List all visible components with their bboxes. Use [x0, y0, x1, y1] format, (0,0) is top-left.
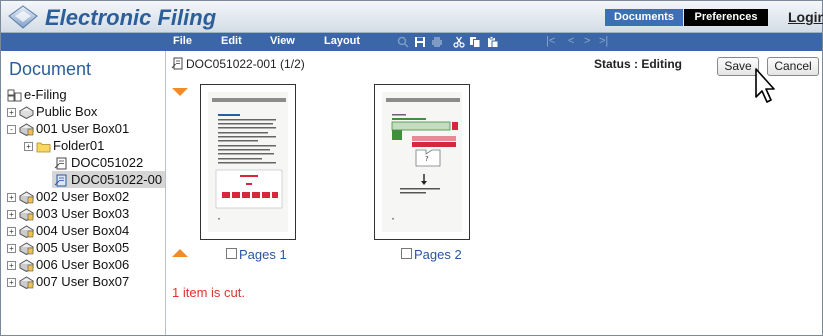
cut-icon[interactable] — [453, 36, 465, 48]
tree-item-label: DOC051022 — [71, 155, 144, 170]
sidebar: Document e-Filing + Public Box - 001 Use… — [1, 51, 166, 335]
tree-item-label: 001 User Box01 — [36, 121, 130, 136]
copy-icon[interactable] — [469, 36, 481, 48]
page-thumbnail-1[interactable] — [200, 84, 296, 240]
tree-item-user-box01[interactable]: - 001 User Box01 — [7, 120, 129, 137]
mouse-pointer-icon — [748, 67, 778, 107]
paste-icon[interactable] — [487, 36, 499, 48]
tree-item-label: Folder01 — [53, 138, 105, 153]
menu-edit[interactable]: Edit — [221, 35, 242, 47]
expand-toggle[interactable]: + — [7, 210, 16, 220]
app-title: Electronic Filing — [45, 5, 217, 30]
sidebar-title: Document — [9, 59, 92, 79]
tree-item-label: 003 User Box03 — [36, 206, 130, 221]
user-box-icon — [19, 259, 34, 273]
tree-item-label: 006 User Box06 — [36, 257, 130, 272]
tree-item-label: Public Box — [36, 104, 98, 119]
expand-toggle[interactable]: + — [24, 142, 33, 152]
user-box-icon — [19, 242, 34, 256]
print-icon[interactable] — [431, 36, 443, 48]
tree-item-user-box05[interactable]: + 005 User Box05 — [7, 239, 129, 256]
page-1-checkbox[interactable] — [226, 248, 237, 259]
document-icon — [54, 157, 69, 170]
tree-item-user-box06[interactable]: + 006 User Box06 — [7, 256, 129, 273]
tree-item-doc051022[interactable]: DOC051022 — [54, 154, 143, 171]
expand-toggle[interactable]: + — [7, 244, 16, 254]
document-icon — [171, 57, 184, 70]
page-preview — [208, 92, 288, 232]
expand-toggle[interactable]: + — [7, 193, 16, 203]
user-box-icon — [19, 208, 34, 222]
user-box-icon — [19, 191, 34, 205]
collapse-toggle[interactable]: - — [7, 125, 16, 135]
app-header: Electronic Filing Documents Preferences … — [1, 1, 823, 33]
tree-item-public-box[interactable]: + Public Box — [7, 103, 97, 120]
tree-item-user-box03[interactable]: + 003 User Box03 — [7, 205, 129, 222]
scroll-down-arrow-icon[interactable] — [172, 249, 188, 257]
menu-file[interactable]: File — [173, 35, 192, 47]
next-page-button[interactable]: > — [584, 35, 590, 47]
document-icon — [54, 174, 69, 187]
page2-question-mark: ? — [425, 155, 429, 163]
first-page-button[interactable]: |< — [546, 35, 555, 47]
tree-item-label: DOC051022-00 — [71, 172, 163, 187]
tree-item-label: e-Filing — [24, 87, 67, 102]
previous-page-button[interactable]: < — [568, 35, 574, 47]
page-thumbnail-2[interactable]: ? — [374, 84, 470, 240]
search-icon[interactable] — [397, 36, 409, 48]
tree-item-user-box07[interactable]: + 007 User Box07 — [7, 273, 129, 290]
tree-item-label: 004 User Box04 — [36, 223, 130, 238]
tab-documents[interactable]: Documents — [605, 9, 683, 26]
electronic-filing-logo-icon — [7, 4, 39, 30]
scroll-up-arrow-icon[interactable] — [172, 88, 188, 96]
last-page-button[interactable]: >| — [599, 35, 608, 47]
status-message: 1 item is cut. — [172, 285, 245, 300]
expand-toggle[interactable]: + — [7, 261, 16, 271]
menu-view[interactable]: View — [270, 35, 295, 47]
document-title: DOC051022-001 (1/2) — [186, 57, 305, 71]
menu-bar: File Edit View Layout |< < > >| — [1, 33, 822, 51]
tab-preferences[interactable]: Preferences — [684, 9, 768, 26]
public-box-icon — [19, 106, 34, 120]
tree-item-doc051022-00[interactable]: DOC051022-00 — [52, 171, 165, 188]
login-link[interactable]: Login — [788, 9, 823, 25]
save-icon[interactable] — [414, 36, 426, 48]
page-2-checkbox[interactable] — [401, 248, 412, 259]
expand-toggle[interactable]: + — [7, 227, 16, 237]
page-preview: ? — [382, 92, 462, 232]
tree-item-user-box02[interactable]: + 002 User Box02 — [7, 188, 129, 205]
tree-item-folder01[interactable]: + Folder01 — [24, 137, 104, 154]
tree-item-efiling[interactable]: e-Filing — [7, 86, 67, 103]
efiling-root-icon — [7, 89, 22, 102]
page-2-label[interactable]: Pages 2 — [414, 247, 462, 262]
expand-toggle[interactable]: + — [7, 278, 16, 288]
tree-item-label: 007 User Box07 — [36, 274, 130, 289]
tree-item-label: 002 User Box02 — [36, 189, 130, 204]
status-text: Status : Editing — [594, 57, 682, 71]
user-box-icon — [19, 225, 34, 239]
folder-icon — [36, 140, 51, 153]
tree-item-user-box04[interactable]: + 004 User Box04 — [7, 222, 129, 239]
user-box-icon — [19, 276, 34, 290]
user-box-icon — [19, 123, 34, 137]
tree-item-label: 005 User Box05 — [36, 240, 130, 255]
page-1-label[interactable]: Pages 1 — [239, 247, 287, 262]
expand-toggle[interactable]: + — [7, 108, 16, 118]
menu-layout[interactable]: Layout — [324, 35, 360, 47]
